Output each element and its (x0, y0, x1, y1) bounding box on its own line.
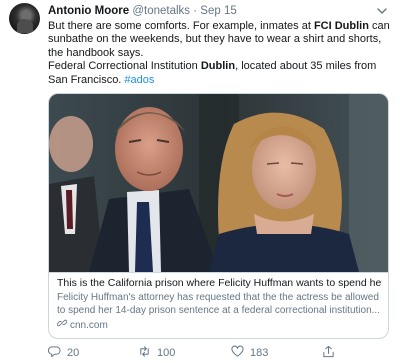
link-icon (56, 318, 68, 332)
caret-down-icon[interactable] (376, 4, 388, 16)
tweet-text-part1: But there are some comforts. For example… (48, 20, 314, 32)
like-count: 183 (250, 347, 269, 359)
card-meta: This is the California prison where Feli… (49, 272, 388, 338)
author-handle[interactable]: @tonetalks (132, 5, 190, 17)
card-photo (49, 94, 388, 272)
share-icon (322, 345, 335, 361)
reply-button[interactable]: 20 (47, 345, 80, 361)
like-button[interactable]: 183 (231, 345, 268, 361)
card-domain: cnn.com (56, 318, 382, 332)
share-button[interactable] (322, 345, 335, 361)
tweet-date[interactable]: Sep 15 (200, 5, 236, 17)
card-image[interactable] (49, 94, 388, 272)
separator: · (193, 5, 198, 17)
tweet-text-bold2: Dublin (200, 60, 236, 73)
tweet-text: But there are some comforts. For example… (48, 20, 393, 87)
reply-count: 20 (67, 347, 80, 359)
action-bar: 20 100 183 (47, 345, 348, 361)
card-description: Felicity Huffman's attorney has requeste… (57, 292, 380, 316)
link-card[interactable]: This is the California prison where Feli… (48, 93, 389, 339)
like-icon (231, 345, 244, 361)
retweet-button[interactable]: 100 (138, 345, 175, 361)
hashtag-link[interactable]: #ados (124, 74, 154, 86)
tweet-text-part3: Federal Correctional Institution (48, 60, 201, 73)
tweet[interactable]: Antonio Moore @tonetalks · Sep 15 But th… (0, 0, 400, 363)
author-name[interactable]: Antonio Moore (48, 5, 129, 17)
tweet-text-bold1: FCI Dublin (313, 20, 369, 32)
reply-icon (47, 345, 61, 361)
avatar[interactable] (9, 3, 40, 34)
retweet-count: 100 (157, 347, 176, 359)
tweet-header: Antonio Moore @tonetalks · Sep 15 (48, 5, 237, 17)
card-domain-text: cnn.com (70, 319, 108, 331)
card-title[interactable]: This is the California prison where Feli… (57, 276, 382, 290)
retweet-icon (138, 345, 151, 361)
